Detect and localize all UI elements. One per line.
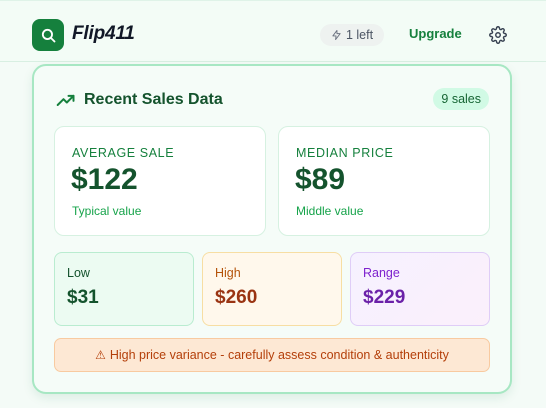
- credits-badge: 1 left: [320, 24, 384, 46]
- high-price-card: High $260: [202, 252, 342, 326]
- average-sale-value: $122: [71, 163, 138, 196]
- trending-up-icon: [56, 94, 75, 106]
- median-price-value: $89: [295, 163, 346, 196]
- gear-icon[interactable]: [489, 26, 507, 44]
- lightning-icon: [332, 29, 341, 41]
- average-sale-caption: Typical value: [72, 204, 142, 218]
- price-range-label: Range: [363, 266, 400, 280]
- median-price-caption: Middle value: [296, 204, 364, 218]
- low-price-card: Low $31: [54, 252, 194, 326]
- price-range-card: Range $229: [350, 252, 490, 326]
- average-sale-label: AVERAGE SALE: [72, 146, 175, 160]
- recent-sales-panel: Recent Sales Data 9 sales AVERAGE SALE $…: [32, 64, 512, 394]
- panel-title: Recent Sales Data: [84, 91, 223, 108]
- price-range-value: $229: [363, 287, 406, 308]
- credits-text: 1 left: [345, 28, 374, 42]
- sales-count-badge: 9 sales: [433, 88, 489, 110]
- low-price-value: $31: [67, 287, 99, 308]
- high-price-label: High: [215, 266, 241, 280]
- upgrade-button[interactable]: Upgrade: [409, 26, 462, 41]
- median-price-label: MEDIAN PRICE: [296, 146, 394, 160]
- median-price-card: MEDIAN PRICE $89 Middle value: [278, 126, 490, 236]
- average-sale-card: AVERAGE SALE $122 Typical value: [54, 126, 266, 236]
- warning-text: High price variance - carefully assess c…: [109, 348, 449, 362]
- top-bar: Flip411 1 left Upgrade: [0, 0, 546, 62]
- warning-triangle-icon: ⚠: [95, 348, 106, 362]
- app-title: Flip411: [72, 23, 135, 44]
- search-icon: [41, 28, 55, 42]
- high-price-value: $260: [215, 287, 258, 308]
- logo-badge[interactable]: [32, 19, 64, 51]
- price-variance-warning: ⚠ High price variance - carefully assess…: [54, 338, 490, 372]
- low-price-label: Low: [67, 266, 90, 280]
